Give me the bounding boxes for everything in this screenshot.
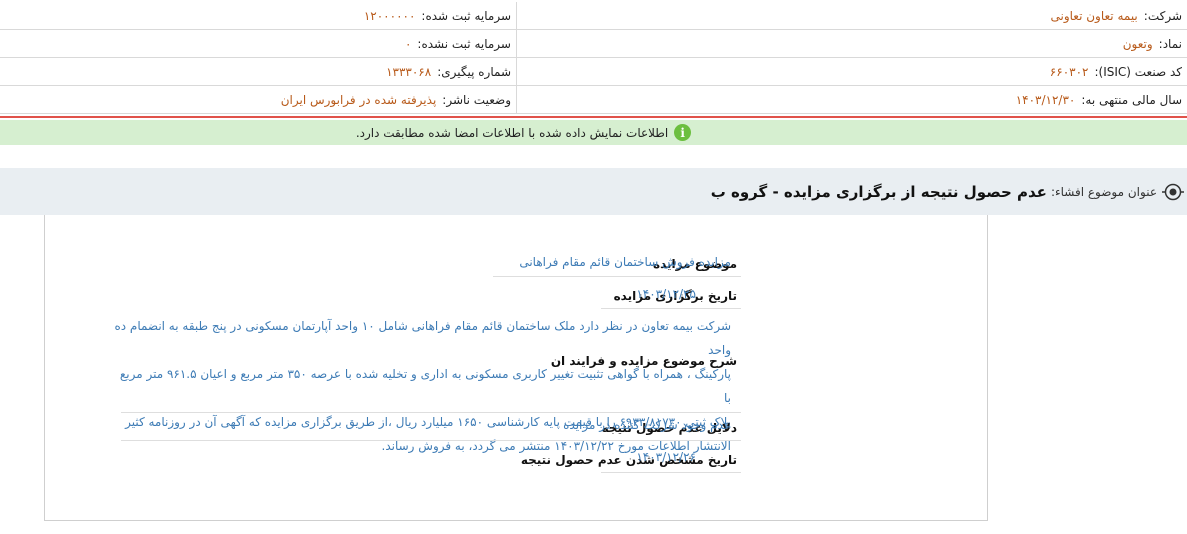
registered-capital-value: ۱۲۰۰۰۰۰۰ — [363, 8, 416, 23]
registered-capital-label: سرمایه ثبت شده: — [421, 8, 511, 23]
tracking-value: ۱۳۳۳۰۶۸ — [386, 64, 432, 79]
info-row: شرکت: بیمه تعاون تعاونی سرمایه ثبت شده: … — [0, 2, 1187, 30]
company-value: بیمه تعاون تعاونی — [1050, 8, 1138, 23]
symbol-value: وتعون — [1122, 36, 1153, 51]
field-underline — [601, 472, 741, 473]
isic-value: ۶۶۰۳۰۲ — [1049, 64, 1089, 79]
page-title: عدم حصول نتیجه از برگزاری مزایده - گروه … — [710, 182, 1047, 201]
fiscal-label: سال مالی منتهی به: — [1081, 92, 1182, 107]
symbol-label: نماد: — [1158, 36, 1182, 51]
target-icon — [1162, 181, 1184, 203]
publisher-status-label: وضعیت ناشر: — [442, 92, 511, 107]
disclosure-page: شرکت: بیمه تعاون تعاونی سرمایه ثبت شده: … — [0, 0, 1187, 534]
unregistered-capital-label: سرمایه ثبت نشده: — [417, 36, 511, 51]
info-row: نماد: وتعون سرمایه ثبت نشده: ۰ — [0, 30, 1187, 58]
reasons-value: عدم وجود شرکت کننده در مزایده — [563, 418, 731, 432]
auction-date-value: ۱۴۰۳/۱۲/۲۵ — [636, 287, 696, 301]
isic-label: کد صنعت (ISIC): — [1094, 64, 1182, 79]
publisher-status-cell: وضعیت ناشر: پذیرفته شده در فرابورس ایران — [0, 86, 516, 113]
isic-cell: کد صنعت (ISIC): ۶۶۰۳۰۲ — [516, 58, 1187, 85]
field-underline — [121, 412, 741, 413]
notice-text: اطلاعات نمایش داده شده با اطلاعات امضا ش… — [355, 125, 669, 140]
publisher-status-value: پذیرفته شده در فرابورس ایران — [280, 92, 437, 107]
tracking-cell: شماره پیگیری: ۱۳۳۳۰۶۸ — [0, 58, 516, 85]
field-underline — [493, 276, 741, 277]
verification-notice: i اطلاعات نمایش داده شده با اطلاعات امضا… — [0, 120, 1187, 145]
unregistered-capital-value: ۰ — [404, 36, 412, 51]
title-label: عنوان موضوع افشاء: — [1050, 184, 1157, 199]
result-date-label: تاریخ مشخص شدن عدم حصول نتیجه — [520, 453, 737, 467]
notice-content: i اطلاعات نمایش داده شده با اطلاعات امضا… — [355, 124, 692, 141]
info-row: سال مالی منتهی به: ۱۴۰۳/۱۲/۳۰ وضعیت ناشر… — [0, 86, 1187, 114]
field-underline — [601, 308, 741, 309]
subject-value: مزایده فروش ساختمان قائم مقام فراهانی — [519, 255, 731, 269]
result-date-value: ۱۴۰۳/۱۲/۲۶ — [636, 450, 696, 464]
company-label: شرکت: — [1143, 8, 1182, 23]
fiscal-cell: سال مالی منتهی به: ۱۴۰۳/۱۲/۳۰ — [516, 86, 1187, 113]
info-icon: i — [674, 124, 692, 141]
details-panel: موضوع مزایده مزایده فروش ساختمان قائم مق… — [44, 215, 988, 521]
description-text: شرکت بیمه تعاون در نظر دارد ملک ساختمان … — [111, 314, 731, 458]
description-line: پارکینگ ، همراه با گواهی تثبیت تغییر کار… — [119, 367, 731, 405]
registered-capital-cell: سرمایه ثبت شده: ۱۲۰۰۰۰۰۰ — [0, 2, 516, 29]
fiscal-value: ۱۴۰۳/۱۲/۳۰ — [1015, 92, 1076, 107]
info-row: کد صنعت (ISIC): ۶۶۰۳۰۲ شماره پیگیری: ۱۳۳… — [0, 58, 1187, 86]
disclosure-title-bar: عنوان موضوع افشاء: عدم حصول نتیجه از برگ… — [0, 168, 1187, 215]
field-underline — [121, 440, 741, 441]
symbol-cell: نماد: وتعون — [516, 30, 1187, 57]
tracking-label: شماره پیگیری: — [437, 64, 511, 79]
description-line: شرکت بیمه تعاون در نظر دارد ملک ساختمان … — [114, 319, 731, 357]
red-divider — [0, 116, 1187, 118]
company-info-table: شرکت: بیمه تعاون تعاونی سرمایه ثبت شده: … — [0, 2, 1187, 114]
unregistered-capital-cell: سرمایه ثبت نشده: ۰ — [0, 30, 516, 57]
company-cell: شرکت: بیمه تعاون تعاونی — [516, 2, 1187, 29]
